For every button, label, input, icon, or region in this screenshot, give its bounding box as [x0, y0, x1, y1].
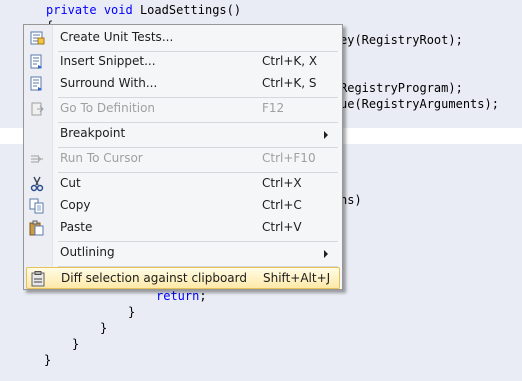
menu-item-label: Diff selection against clipboard	[61, 271, 247, 285]
code-line: ey(RegistryRoot);	[340, 33, 463, 47]
menu-item-diff-selection-against-clipboard[interactable]: Diff selection against clipboard Shift+A…	[26, 267, 340, 289]
code-line: RegistryProgram);	[340, 81, 463, 95]
run-to-cursor-icon	[29, 151, 45, 167]
keyword: return	[156, 289, 200, 303]
code-line-return: return;	[156, 288, 207, 304]
menu-item-label: Copy	[60, 198, 91, 212]
code-line: ue(RegistryArguments);	[340, 97, 499, 111]
menu-item-paste[interactable]: Paste Ctrl+V	[26, 217, 340, 239]
paste-icon	[29, 220, 45, 236]
menu-item-shortcut: Shift+Alt+J	[263, 271, 331, 285]
copy-icon	[29, 198, 45, 214]
menu-item-shortcut: Ctrl+K, S	[262, 76, 317, 90]
menu-item-label: Paste	[60, 220, 93, 234]
unit-test-icon	[29, 30, 45, 46]
menu-item-shortcut: Ctrl+V	[262, 220, 302, 234]
menu-item-copy[interactable]: Copy Ctrl+C	[26, 195, 340, 217]
menu-item-label: Outlining	[60, 245, 115, 259]
menu-item-surround-with[interactable]: Surround With... Ctrl+K, S	[26, 73, 340, 95]
method-name: LoadSettings()	[132, 3, 242, 17]
menu-item-outlining[interactable]: Outlining	[26, 242, 340, 264]
submenu-arrow-icon	[324, 250, 328, 258]
menu-item-shortcut: Ctrl+C	[262, 198, 302, 212]
keyword: void	[103, 3, 133, 17]
surround-with-icon	[29, 76, 45, 92]
menu-item-cut[interactable]: Cut Ctrl+X	[26, 173, 340, 195]
menu-item-label: Cut	[60, 176, 81, 190]
menu-item-create-unit-tests[interactable]: Create Unit Tests...	[26, 27, 340, 49]
insert-snippet-icon	[29, 54, 45, 70]
menu-item-insert-snippet[interactable]: Insert Snippet... Ctrl+K, X	[26, 51, 340, 73]
menu-item-label: Insert Snippet...	[60, 54, 156, 68]
code-line-brace: }	[128, 305, 136, 319]
code-line-brace: }	[100, 321, 108, 335]
context-menu: Create Unit Tests... Insert Snippet... C…	[23, 24, 343, 290]
menu-item-label: Breakpoint	[60, 126, 126, 140]
code-line-signature: private void LoadSettings()	[46, 2, 241, 18]
menu-item-shortcut: Ctrl+K, X	[262, 54, 318, 68]
keyword: private	[46, 3, 97, 17]
menu-item-run-to-cursor[interactable]: Run To Cursor Ctrl+F10	[26, 148, 340, 170]
diff-clipboard-icon	[30, 271, 46, 287]
menu-item-shortcut: Ctrl+X	[262, 176, 302, 190]
menu-item-label: Surround With...	[60, 76, 158, 90]
code-text: ;	[199, 289, 207, 303]
submenu-arrow-icon	[324, 131, 328, 139]
menu-item-label: Run To Cursor	[60, 151, 143, 165]
scissors-icon	[29, 176, 45, 192]
menu-item-go-to-definition[interactable]: Go To Definition F12	[26, 98, 340, 120]
code-line-brace: }	[72, 337, 80, 351]
code-line: ns)	[340, 193, 362, 207]
code-line-brace: }	[44, 353, 52, 367]
menu-item-shortcut: F12	[262, 101, 285, 115]
menu-item-label: Go To Definition	[60, 101, 156, 115]
go-to-definition-icon	[29, 101, 45, 117]
menu-item-shortcut: Ctrl+F10	[262, 151, 316, 165]
menu-item-breakpoint[interactable]: Breakpoint	[26, 123, 340, 145]
menu-item-label: Create Unit Tests...	[60, 30, 174, 44]
